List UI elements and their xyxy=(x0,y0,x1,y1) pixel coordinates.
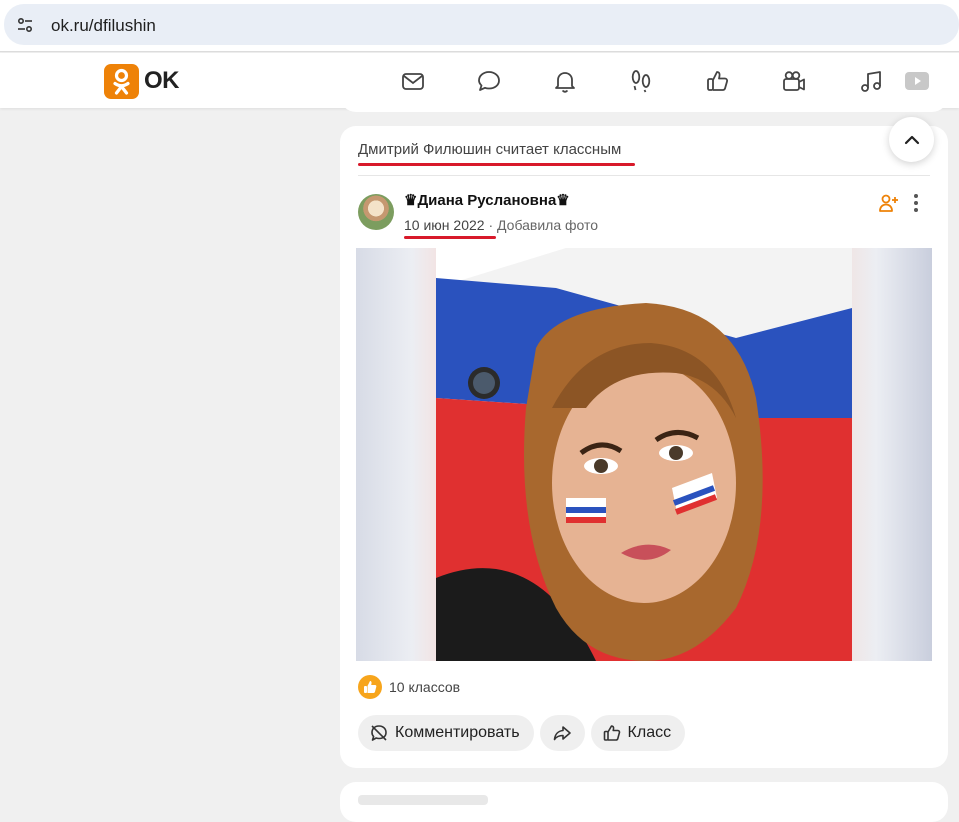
url-text[interactable]: ok.ru/dfilushin xyxy=(51,16,156,36)
share-icon xyxy=(553,726,571,741)
comment-button[interactable]: Комментировать xyxy=(358,715,534,751)
photo-image xyxy=(436,248,852,661)
red-underline-annotation xyxy=(404,236,496,239)
like-badge-icon xyxy=(358,675,382,699)
likes-count: 10 классов xyxy=(389,679,461,695)
post-meta: 10 июн 2022 · Добавила фото xyxy=(404,217,598,233)
ok-logo-icon[interactable] xyxy=(104,64,139,99)
omnibox[interactable]: ok.ru/dfilushin xyxy=(4,4,959,45)
author-name[interactable]: ♛Диана Руслановна♛ xyxy=(404,191,570,209)
video-icon[interactable] xyxy=(903,67,931,95)
site-info-icon[interactable] xyxy=(13,13,37,37)
previous-feed-card xyxy=(340,96,948,112)
music-icon[interactable] xyxy=(857,67,885,95)
red-underline-annotation xyxy=(358,163,635,166)
scroll-to-top-button[interactable] xyxy=(889,117,934,162)
avatar[interactable] xyxy=(358,194,394,230)
video-camera-icon[interactable] xyxy=(780,67,808,95)
mail-icon[interactable] xyxy=(399,67,427,95)
more-options-icon[interactable] xyxy=(906,192,926,214)
post-action: Добавила фото xyxy=(497,217,599,233)
meta-separator: · xyxy=(488,217,494,233)
add-friend-icon[interactable] xyxy=(878,192,900,214)
next-feed-card xyxy=(340,782,948,822)
feed-reason-text[interactable]: Дмитрий Филюшин считает классным xyxy=(358,141,621,158)
share-button[interactable] xyxy=(539,715,585,751)
browser-address-bar: ok.ru/dfilushin xyxy=(0,0,959,52)
bell-icon[interactable] xyxy=(551,67,579,95)
chevron-up-icon xyxy=(904,135,919,144)
like-label: Класс xyxy=(627,724,672,741)
post-photo[interactable] xyxy=(356,248,932,661)
comment-off-icon xyxy=(371,725,387,741)
likes-summary[interactable]: 10 классов xyxy=(358,675,460,699)
comment-label: Комментировать xyxy=(395,724,520,741)
footprints-icon[interactable] xyxy=(627,67,655,95)
post-date[interactable]: 10 июн 2022 xyxy=(404,217,485,233)
feed-card: Дмитрий Филюшин считает классным ♛Диана … xyxy=(340,126,948,768)
logo-text[interactable]: OK xyxy=(144,67,180,95)
divider xyxy=(358,175,930,176)
chat-icon[interactable] xyxy=(475,67,503,95)
thumbs-up-icon xyxy=(603,725,620,741)
post-actions: Комментировать Класс xyxy=(358,715,686,751)
like-button[interactable]: Класс xyxy=(590,715,686,751)
like-icon[interactable] xyxy=(704,67,732,95)
